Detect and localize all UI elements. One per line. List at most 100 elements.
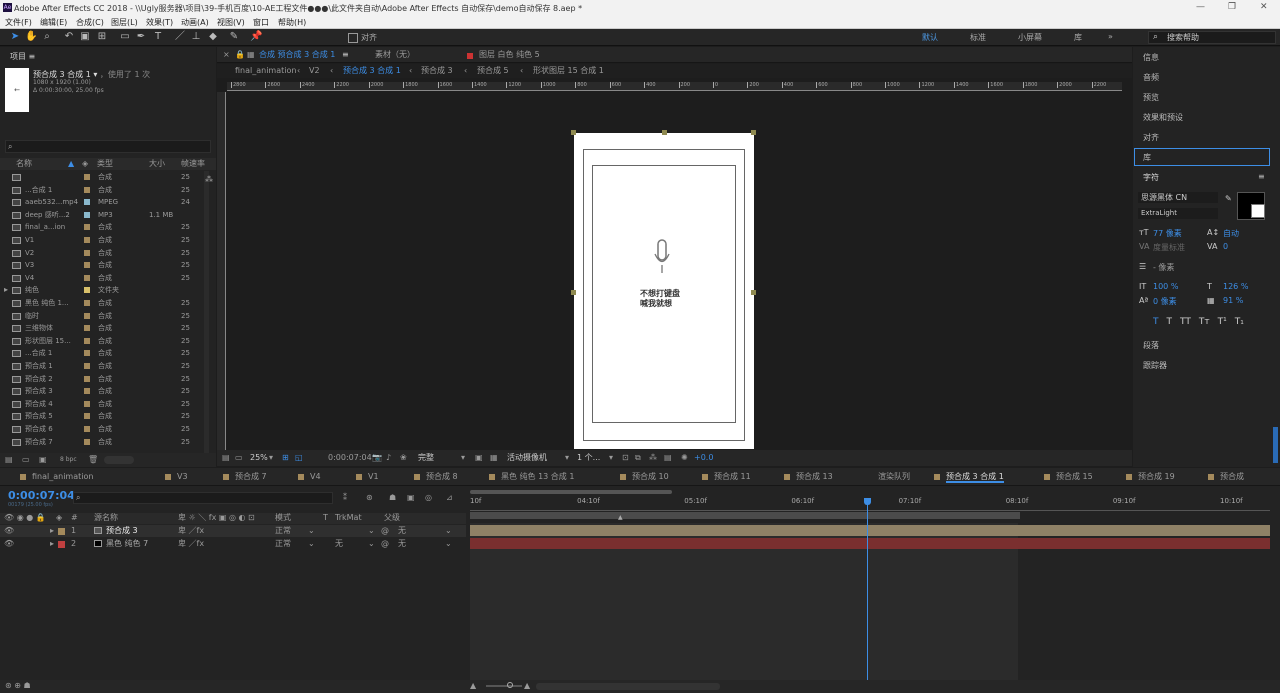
- thumbnail-size-slider[interactable]: [104, 456, 134, 464]
- label-color-swatch[interactable]: [84, 174, 90, 180]
- visibility-icon[interactable]: 👁: [4, 538, 14, 550]
- project-item[interactable]: ...合成 1 合成 25: [0, 347, 204, 359]
- transform-handle[interactable]: [662, 130, 667, 135]
- project-item[interactable]: ...合成 1 合成 25: [0, 184, 204, 196]
- project-item[interactable]: V4 合成 25: [0, 272, 204, 284]
- expand-layer-icon[interactable]: ▸: [50, 525, 54, 537]
- zoom-select[interactable]: 25%: [250, 452, 268, 464]
- frame-blending-icon[interactable]: ▣: [407, 492, 415, 504]
- panel-paragraph[interactable]: 段落: [1143, 340, 1159, 351]
- project-item[interactable]: aaeb532...mp4 MPEG 24: [0, 196, 204, 208]
- grid-icon[interactable]: ⊞: [282, 452, 289, 464]
- col-type[interactable]: 类型: [97, 158, 113, 170]
- layer-mode-select[interactable]: 正常: [275, 538, 291, 550]
- timeline-tab[interactable]: 预合成 19: [1138, 471, 1175, 483]
- label-color-swatch[interactable]: [84, 375, 90, 382]
- label-color-swatch[interactable]: [84, 426, 90, 432]
- label-color-swatch[interactable]: [84, 287, 90, 294]
- comp-canvas[interactable]: 不想打键盘 喊我就想: [571, 130, 756, 449]
- interpret-footage-icon[interactable]: ▤: [5, 454, 13, 466]
- layer-trkmat-select[interactable]: 无: [335, 538, 343, 550]
- font-style-select[interactable]: ExtraLight: [1138, 208, 1218, 219]
- label-color-swatch[interactable]: [84, 274, 90, 281]
- timeline-tab[interactable]: 预合成: [1220, 471, 1244, 483]
- label-color-swatch[interactable]: [84, 400, 90, 407]
- zoom-tool-icon[interactable]: ⌕: [41, 31, 53, 43]
- roto-brush-tool-icon[interactable]: ✎: [228, 31, 240, 43]
- layer-label-swatch[interactable]: [58, 528, 65, 535]
- project-item[interactable]: deep 感听...2 MP3 1.1 MB: [0, 209, 204, 221]
- layer-search-input[interactable]: [73, 492, 333, 504]
- puppet-pin-tool-icon[interactable]: 📌: [250, 31, 262, 43]
- work-area-bar[interactable]: [470, 512, 1020, 519]
- transform-handle[interactable]: [751, 130, 756, 135]
- timeline-tab[interactable]: final_animation: [32, 471, 93, 483]
- panel-library[interactable]: 库: [1143, 152, 1151, 163]
- visibility-icon[interactable]: 👁: [4, 525, 14, 537]
- zoom-out-icon[interactable]: ▲: [470, 680, 476, 692]
- horizontal-scale-value[interactable]: 126 %: [1223, 282, 1248, 291]
- layer-duration-bar[interactable]: [470, 538, 1270, 549]
- label-color-swatch[interactable]: [84, 312, 90, 319]
- region-of-interest-icon[interactable]: ▣: [475, 452, 483, 464]
- label-color-swatch[interactable]: [84, 350, 90, 357]
- layer-duration-bar[interactable]: [470, 525, 1270, 536]
- timeline-tab[interactable]: 预合成 3 合成 1: [946, 471, 1004, 483]
- col-fps[interactable]: 帧速率: [181, 158, 205, 170]
- panel-library-selected[interactable]: [1134, 148, 1270, 166]
- layer-name[interactable]: 预合成 3: [106, 525, 138, 537]
- maximize-icon[interactable]: ❐: [1228, 2, 1236, 12]
- layer-mode-select[interactable]: 正常: [275, 525, 291, 537]
- timeline-tab[interactable]: 预合成 11: [714, 471, 751, 483]
- layer-name[interactable]: 黑色 纯色 7: [106, 538, 148, 550]
- panel-tracker[interactable]: 跟踪器: [1143, 360, 1167, 371]
- tab-menu-icon[interactable]: ≡: [342, 49, 349, 61]
- project-item[interactable]: 预合成 5 合成 25: [0, 410, 204, 422]
- bpc-label[interactable]: 8 bpc: [60, 454, 77, 466]
- project-panel-title[interactable]: 项目 ≡: [10, 50, 35, 64]
- new-folder-icon[interactable]: ▭: [22, 454, 30, 466]
- timeline-tab[interactable]: V4: [310, 471, 321, 483]
- col-source-name[interactable]: 源名称: [94, 512, 118, 524]
- more-workspaces-icon[interactable]: »: [1108, 32, 1113, 41]
- leading-value[interactable]: 自动: [1223, 228, 1239, 239]
- snapshot-icon[interactable]: 📷: [372, 452, 382, 464]
- pan-behind-tool-icon[interactable]: ⊞: [96, 31, 108, 43]
- project-item[interactable]: 黑色 纯色 1... 合成 25: [0, 297, 204, 309]
- eraser-tool-icon[interactable]: ◆: [207, 31, 219, 43]
- timeline-icon[interactable]: ▤: [664, 452, 672, 464]
- label-color-swatch[interactable]: [84, 337, 90, 344]
- marker-icon[interactable]: ▲: [618, 514, 623, 521]
- project-item[interactable]: 预合成 3 合成 25: [0, 385, 204, 397]
- timeline-scrollbar[interactable]: [536, 683, 720, 690]
- text-style-button[interactable]: T: [1153, 317, 1159, 327]
- project-item[interactable]: V3 合成 25: [0, 259, 204, 271]
- label-color-swatch[interactable]: [84, 363, 90, 369]
- playhead-handle[interactable]: [863, 498, 871, 505]
- stroke-width-value[interactable]: - 像素: [1153, 262, 1174, 273]
- text-style-button[interactable]: TT: [1180, 317, 1191, 327]
- label-color-swatch[interactable]: [84, 224, 90, 231]
- tab-comp[interactable]: 合成 预合成 3 合成 1: [259, 49, 335, 61]
- tracking-value[interactable]: 0: [1223, 242, 1228, 251]
- col-mode[interactable]: 模式: [275, 512, 291, 524]
- new-comp-icon[interactable]: ▣: [39, 454, 47, 466]
- menu-edit[interactable]: 编辑(E): [40, 17, 67, 28]
- project-item[interactable]: 预合成 7 合成 25: [0, 436, 204, 448]
- project-item[interactable]: 临时 合成 25: [0, 310, 204, 322]
- project-item[interactable]: V2 合成 25: [0, 247, 204, 259]
- pen-tool-icon[interactable]: ✒: [135, 31, 147, 43]
- work-area-navigator[interactable]: [470, 490, 672, 494]
- sort-asc-icon[interactable]: ▲: [68, 158, 74, 170]
- clone-stamp-tool-icon[interactable]: ⊥: [190, 31, 202, 43]
- project-item[interactable]: 形状图层 15... 合成 25: [0, 335, 204, 347]
- pickwhip-icon[interactable]: @: [381, 538, 389, 550]
- selection-tool-icon[interactable]: ➤: [9, 31, 21, 43]
- menu-layer[interactable]: 图层(L): [111, 17, 138, 28]
- transparency-grid-icon[interactable]: ▦: [490, 452, 498, 464]
- panel-align[interactable]: 对齐: [1143, 132, 1159, 143]
- playhead[interactable]: [863, 498, 871, 687]
- timeline-timecode[interactable]: 0:00:07:04: [8, 489, 75, 502]
- graph-editor-icon[interactable]: ⊿: [446, 492, 453, 504]
- text-style-button[interactable]: T: [1167, 317, 1173, 327]
